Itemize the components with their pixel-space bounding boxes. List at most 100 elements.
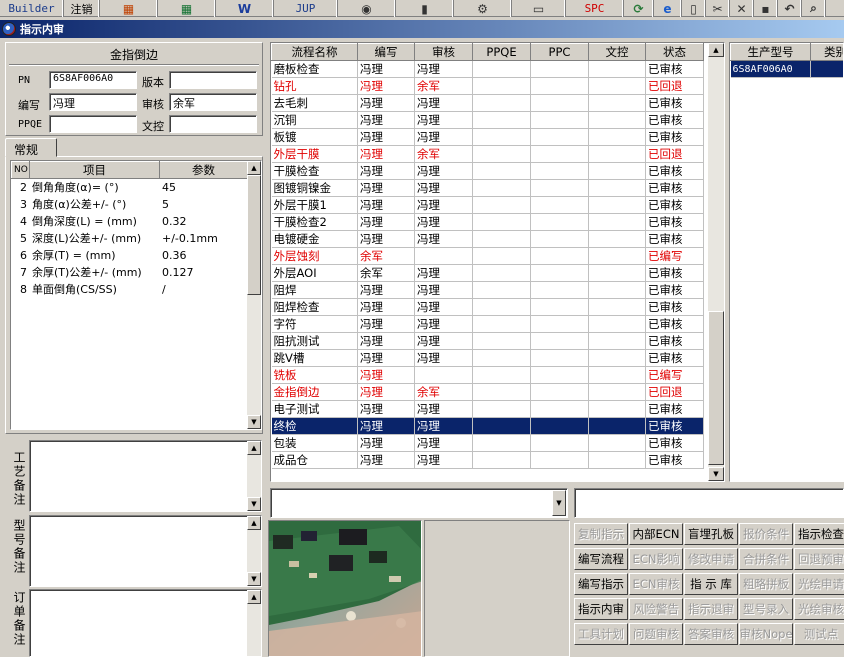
param-row[interactable]: 2 倒角角度(α)= (°) 45: [12, 179, 248, 196]
tab-general[interactable]: 常规: [5, 138, 57, 157]
toolbar-undo-button[interactable]: ↶: [778, 0, 802, 17]
flow-row[interactable]: 磨板检查 冯理 冯理 已审核: [271, 60, 704, 78]
toolbar-scissors-button[interactable]: ✂: [706, 0, 730, 17]
action-button[interactable]: 指示退审: [684, 598, 738, 620]
action-button[interactable]: 问题审核: [629, 623, 683, 645]
action-button[interactable]: ECN审核: [629, 573, 683, 595]
param-col-header[interactable]: NO: [11, 161, 30, 179]
param-row[interactable]: 5 深度(L)公差+/- (mm) +/-0.1mm: [12, 230, 248, 247]
toolbar-computer-button[interactable]: ▭: [512, 0, 566, 17]
flow-scroll-down-icon[interactable]: ▼: [708, 467, 724, 481]
flow-row[interactable]: 外层干膜 冯理 余军 已回退: [271, 145, 704, 163]
left-combo-dropdown-icon[interactable]: ▼: [552, 490, 566, 516]
toolbar-excel-button[interactable]: ▦: [158, 0, 216, 17]
pn-field[interactable]: 6S8AF006A0: [49, 71, 137, 89]
flow-col-header[interactable]: 状态: [645, 43, 704, 61]
action-button[interactable]: 盲埋孔板: [684, 523, 738, 545]
param-row[interactable]: 4 倒角深度(L) = (mm) 0.32: [12, 213, 248, 230]
flow-row[interactable]: 沉铜 冯理 冯理 已审核: [271, 111, 704, 129]
flow-col-header[interactable]: 文控: [588, 43, 646, 61]
flow-row[interactable]: 包装 冯理 冯理 已审核: [271, 434, 704, 452]
right-combo[interactable]: [574, 488, 844, 518]
param-row[interactable]: 6 余厚(T) = (mm) 0.36: [12, 247, 248, 264]
toolbar-eye-button[interactable]: ◉: [338, 0, 396, 17]
flow-row[interactable]: 去毛刺 冯理 冯理 已审核: [271, 94, 704, 112]
toolbar-save-button[interactable]: ▪: [754, 0, 778, 17]
action-button[interactable]: 编写指示: [574, 573, 628, 595]
param-row[interactable]: 7 余厚(T)公差+/- (mm) 0.127: [12, 264, 248, 281]
toolbar-close-button[interactable]: ✕: [730, 0, 754, 17]
action-button[interactable]: 光绘申请: [794, 573, 844, 595]
flow-row[interactable]: 电镀硬金 冯理 冯理 已审核: [271, 230, 704, 248]
model-notes-field[interactable]: ▲ ▼: [29, 515, 262, 587]
toolbar-database-button[interactable]: ▮: [396, 0, 454, 17]
action-button[interactable]: 审核Nope: [739, 623, 793, 645]
action-button[interactable]: 风险警告: [629, 598, 683, 620]
action-button[interactable]: ECN影响: [629, 548, 683, 570]
param-col-header[interactable]: 项目: [29, 161, 160, 179]
param-row[interactable]: 3 角度(α)公差+/- (°) 5: [12, 196, 248, 213]
toolbar-refresh-button[interactable]: ⟳: [624, 0, 654, 17]
toolbar-jup-button[interactable]: JUP: [274, 0, 338, 17]
flow-row[interactable]: 干膜检查 冯理 冯理 已审核: [271, 162, 704, 180]
flow-col-header[interactable]: 编写: [357, 43, 415, 61]
action-button[interactable]: 合拼条件: [739, 548, 793, 570]
action-button[interactable]: 回退预审: [794, 548, 844, 570]
scroll-thumb[interactable]: [247, 175, 261, 295]
scroll-up-icon[interactable]: ▲: [247, 161, 261, 175]
flow-row[interactable]: 成品仓 冯理 冯理 已审核: [271, 451, 704, 469]
action-button[interactable]: 修改申请: [684, 548, 738, 570]
action-button[interactable]: 报价条件: [739, 523, 793, 545]
control-field[interactable]: [169, 115, 257, 133]
toolbar-network-button[interactable]: ⚙: [454, 0, 512, 17]
ppqe-field[interactable]: [49, 115, 137, 133]
toolbar-search-button[interactable]: ⌕: [802, 0, 826, 17]
action-button[interactable]: 粗略拼板: [739, 573, 793, 595]
flow-row[interactable]: 金指倒边 冯理 余军 已回退: [271, 383, 704, 401]
toolbar-x-button[interactable]: ▦: [100, 0, 158, 17]
action-button[interactable]: 型号录入: [739, 598, 793, 620]
flow-scroll-thumb[interactable]: [708, 311, 724, 465]
flow-scrollbar[interactable]: ▲ ▼: [708, 43, 724, 481]
order-notes-field[interactable]: ▲: [29, 589, 262, 657]
author-field[interactable]: 冯理: [49, 93, 137, 111]
action-button[interactable]: 答案审核: [684, 623, 738, 645]
flow-row[interactable]: 阻焊检查 冯理 冯理 已审核: [271, 298, 704, 316]
action-button[interactable]: 测试点: [794, 623, 844, 645]
flow-row[interactable]: 钻孔 冯理 余军 已回退: [271, 77, 704, 95]
model-col-header[interactable]: 生产型号: [730, 43, 811, 61]
flow-col-header[interactable]: 审核: [414, 43, 473, 61]
model-col-header[interactable]: 类别: [810, 43, 843, 61]
flow-col-header[interactable]: 流程名称: [271, 43, 358, 61]
toolbar-ie-button[interactable]: e: [654, 0, 682, 17]
flow-row[interactable]: 外层AOI 余军 冯理 已审核: [271, 264, 704, 282]
flow-row[interactable]: 干膜检查2 冯理 冯理 已审核: [271, 213, 704, 231]
flow-scroll-up-icon[interactable]: ▲: [708, 43, 724, 57]
flow-row[interactable]: 跳V槽 冯理 冯理 已审核: [271, 349, 704, 367]
action-button[interactable]: 复制指示: [574, 523, 628, 545]
param-row[interactable]: 8 单面倒角(CS/SS) /: [12, 281, 248, 298]
action-button[interactable]: 编写流程: [574, 548, 628, 570]
flow-row[interactable]: 终检 冯理 冯理 已审核: [271, 417, 704, 435]
scroll-down-icon[interactable]: ▼: [247, 415, 261, 429]
flow-row[interactable]: 阻抗测试 冯理 冯理 已审核: [271, 332, 704, 350]
action-button[interactable]: 工具计划: [574, 623, 628, 645]
toolbar-new-button[interactable]: ▯: [682, 0, 706, 17]
flow-col-header[interactable]: PPQE: [472, 43, 531, 61]
flow-row[interactable]: 图镀铜镍金 冯理 冯理 已审核: [271, 179, 704, 197]
toolbar-builder-button[interactable]: Builder: [0, 0, 64, 17]
flow-row[interactable]: 电子测试 冯理 冯理 已审核: [271, 400, 704, 418]
flow-row[interactable]: 字符 冯理 冯理 已审核: [271, 315, 704, 333]
flow-row[interactable]: 铣板 冯理 已编写: [271, 366, 704, 384]
left-combo[interactable]: ▼: [270, 488, 568, 518]
toolbar-logout-button[interactable]: 注销: [64, 0, 100, 17]
flow-row[interactable]: 外层干膜1 冯理 冯理 已审核: [271, 196, 704, 214]
flow-row[interactable]: 外层蚀刻 余军 已编写: [271, 247, 704, 265]
model-row[interactable]: 6S8AF006A0: [730, 60, 843, 78]
param-scrollbar[interactable]: ▲ ▼: [247, 161, 261, 429]
version-field[interactable]: [169, 71, 257, 89]
process-notes-field[interactable]: ▲ ▼: [29, 440, 262, 512]
action-button[interactable]: 指示内审: [574, 598, 628, 620]
param-col-header[interactable]: 参数: [159, 161, 248, 179]
flow-row[interactable]: 板镀 冯理 冯理 已审核: [271, 128, 704, 146]
